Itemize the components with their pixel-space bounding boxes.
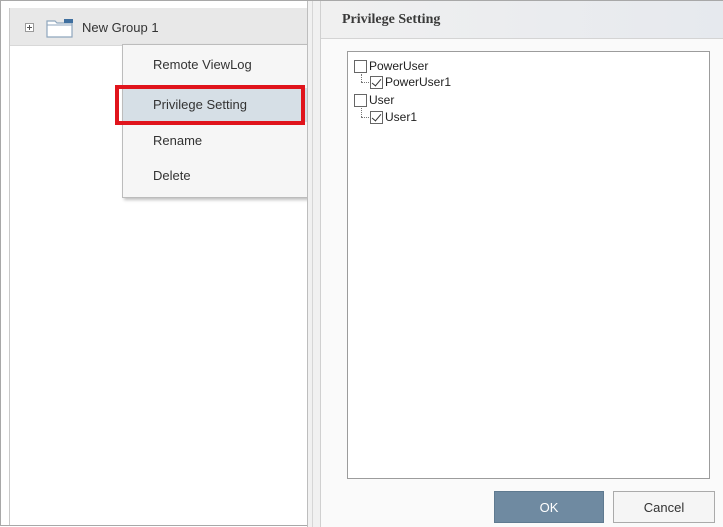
panel-title: Privilege Setting [342,12,441,27]
menu-item-delete[interactable]: Delete [123,159,307,193]
tree-connector [361,117,369,118]
user1-checkbox[interactable] [370,111,383,124]
menu-item-remote-viewlog[interactable]: Remote ViewLog [123,48,307,82]
tree-connector [361,108,362,117]
plus-expander-icon[interactable] [25,23,34,32]
tree-item-label: New Group 1 [82,20,159,35]
poweruser-checkbox[interactable] [354,60,367,73]
pane-splitter[interactable] [307,1,321,527]
tree-node-label: PowerUser [369,59,429,73]
privilege-setting-panel: Privilege Setting PowerUser PowerUser1 U… [321,1,723,527]
tree-item-new-group-1[interactable]: New Group 1 [10,8,308,46]
menu-item-rename[interactable]: Rename [123,124,307,158]
folder-icon [46,19,73,38]
tree-node-label: PowerUser1 [385,75,452,89]
app-window: New Group 1 Remote ViewLog Privilege Set… [0,0,723,527]
tree-connector [361,82,369,83]
privilege-tree: PowerUser PowerUser1 User User1 [347,51,710,479]
cancel-button[interactable]: Cancel [613,491,715,523]
tree-node-label: User1 [385,110,418,124]
ok-button[interactable]: OK [494,491,604,523]
user-checkbox[interactable] [354,94,367,107]
poweruser1-checkbox[interactable] [370,76,383,89]
tree-node-label: User [369,93,395,107]
panel-header: Privilege Setting [321,1,723,39]
tree-connector [361,74,362,82]
highlight-annotation-box [115,85,305,125]
